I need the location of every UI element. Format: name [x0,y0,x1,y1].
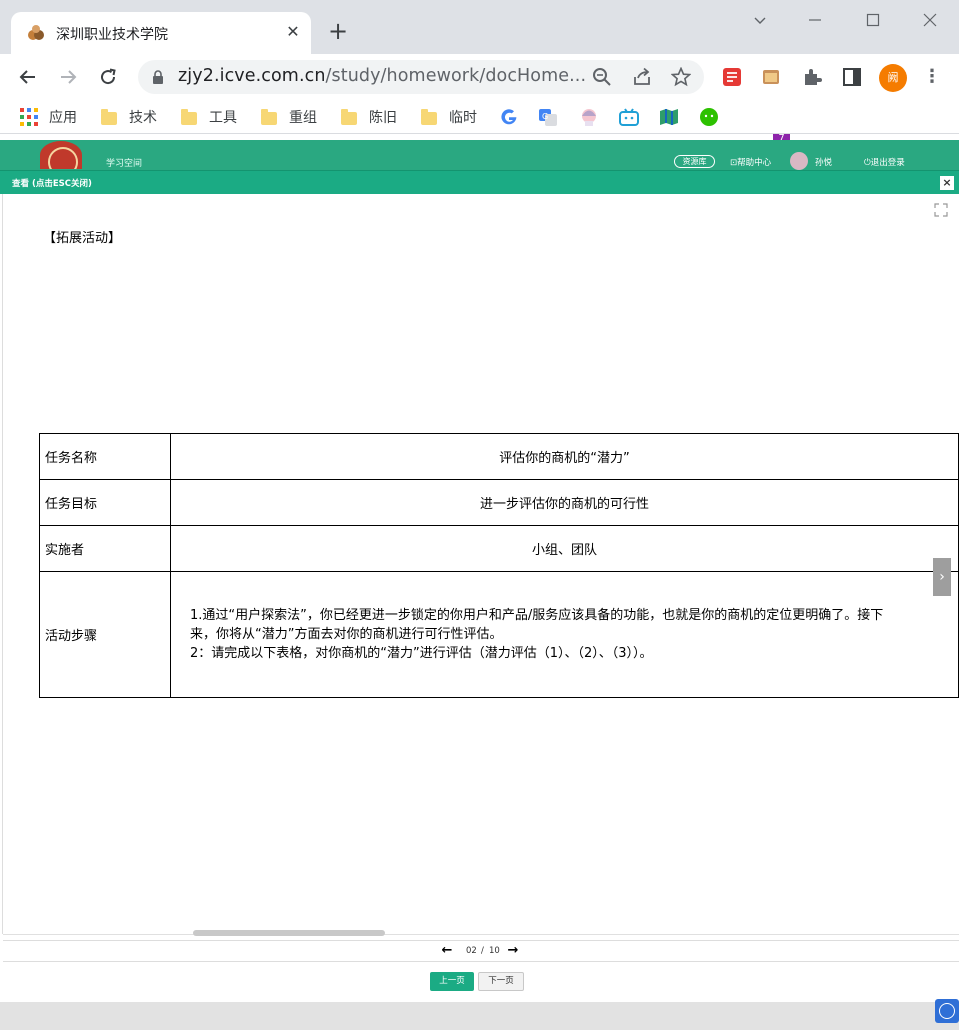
url-text[interactable]: zjy2.icve.com.cn/study/homework/docHome.… [178,66,586,86]
translate-icon[interactable]: G [538,107,558,127]
total-pages: 10 [489,946,500,956]
minimize-icon[interactable] [800,8,830,32]
page-separator: / [481,946,484,956]
bookmarks-bar: 应用 技术 工具 重组 陈旧 临时 [0,100,959,134]
folder-icon [181,108,197,125]
bookmark-label: 临时 [449,110,477,126]
svg-text:G: G [542,112,548,121]
browser-tabstrip: 深圳职业技术学院 ✕ + [0,0,959,54]
tab-search-icon[interactable] [745,8,775,32]
step-2: 2：请完成以下表格，对你商机的“潜力”进行评估（潜力评估（1）、（2）、（3））… [190,646,653,661]
browser-menu-icon[interactable]: ⋮ [922,66,942,88]
user-avatar[interactable] [790,152,808,170]
bilibili-icon[interactable] [619,107,639,127]
browser-tab[interactable]: 深圳职业技术学院 ✕ [11,12,311,54]
bookmark-apps[interactable]: 应用 [20,106,77,128]
back-icon[interactable] [14,63,42,91]
document-heading: 【拓展活动】 [43,231,122,246]
bookmark-label: 工具 [209,110,237,126]
site-favicon-icon [28,25,44,40]
bookmark-folder-old[interactable]: 陈旧 [341,106,397,128]
browser-toolbar: zjy2.icve.com.cn/study/homework/docHome.… [0,54,959,146]
folder-icon [421,108,437,125]
scrollbar-thumb[interactable] [193,930,385,936]
new-tab-icon[interactable]: + [326,19,350,43]
folder-icon [101,108,117,125]
address-bar[interactable]: zjy2.icve.com.cn/study/homework/docHome.… [138,60,704,94]
extension-tabs-icon[interactable] [761,66,783,88]
folder-icon [341,108,357,125]
lock-icon [153,70,163,84]
tab-title: 深圳职业技术学院 [56,27,168,43]
apps-grid-icon [20,108,38,126]
modal-title: 查看 (点击ESC关闭) [12,179,92,189]
current-page: 02 [466,946,477,956]
profile-avatar[interactable]: 阙 [879,64,907,92]
table-row: 实施者 小组、团队 [39,525,959,572]
bookmark-folder-reorg[interactable]: 重组 [261,106,317,128]
resource-library-button[interactable]: 资源库 [674,155,715,168]
reload-icon[interactable] [94,63,122,91]
next-item-button[interactable]: 下一页 [478,972,524,991]
row-label: 任务目标 [39,479,171,526]
tab-close-icon[interactable]: ✕ [282,21,304,43]
extensions-puzzle-icon[interactable] [801,66,823,88]
page-footer [0,1002,959,1030]
next-slide-chevron-icon[interactable]: › [933,558,951,596]
row-value: 评估你的商机的“潜力” [170,433,959,480]
wechat-icon[interactable] [699,107,719,127]
table-row: 任务目标 进一步评估你的商机的可行性 [39,479,959,526]
steps-text: 1.通过“用户探索法”，你已经更进一步锁定的你用户和产品/服务应该具备的功能，也… [170,571,959,698]
help-center-link[interactable]: ⊡帮助中心 [730,156,771,168]
fullscreen-icon[interactable] [934,203,948,217]
table-row: 活动步骤 1.通过“用户探索法”，你已经更进一步锁定的你用户和产品/服务应该具备… [39,571,959,698]
bookmark-folder-temp[interactable]: 临时 [421,106,477,128]
row-value: 进一步评估你的商机的可行性 [170,479,959,526]
window-close-icon[interactable] [915,8,945,32]
modal-close-icon[interactable]: × [940,176,954,190]
row-value: 小组、团队 [170,525,959,572]
prev-page-arrow-icon[interactable]: ← [440,944,454,958]
share-icon[interactable] [632,67,652,87]
row-label: 实施者 [39,525,171,572]
next-page-arrow-icon[interactable]: → [506,944,520,958]
extension-notes-icon[interactable] [721,66,743,88]
anime-avatar-icon[interactable] [579,107,599,127]
study-space-link[interactable]: 学习空间 [106,156,142,169]
bookmark-folder-tools[interactable]: 工具 [181,106,237,128]
power-icon: ⏻ [864,158,871,168]
bookmark-label: 应用 [49,110,77,126]
map-book-icon[interactable] [659,107,679,127]
folder-icon [261,108,277,125]
maximize-icon[interactable] [858,8,888,32]
chat-icon[interactable] [935,999,959,1023]
zoom-icon[interactable] [592,67,612,87]
bookmark-label: 陈旧 [369,110,397,126]
user-name[interactable]: 孙悦 [815,156,832,168]
forward-icon[interactable] [54,63,82,91]
modal-title-bar: 查看 (点击ESC关闭) × [0,170,959,194]
logout-link[interactable]: ⏻退出登录 [864,156,905,168]
bookmark-folder-tech[interactable]: 技术 [101,106,157,128]
table-row: 任务名称 评估你的商机的“潜力” [39,433,959,480]
row-label: 活动步骤 [39,571,171,698]
bookmark-label: 重组 [289,110,317,126]
prev-item-button[interactable]: 上一页 [430,972,474,991]
side-panel-icon[interactable] [841,66,863,88]
school-logo[interactable] [40,141,82,169]
google-icon[interactable] [499,107,519,127]
task-table: 任务名称 评估你的商机的“潜力” 任务目标 进一步评估你的商机的可行性 实施者 … [39,433,959,698]
row-label: 任务名称 [39,433,171,480]
bookmark-star-icon[interactable] [671,67,691,87]
step-1: 1.通过“用户探索法”，你已经更进一步锁定的你用户和产品/服务应该具备的功能，也… [190,608,884,642]
bookmark-label: 技术 [129,110,157,126]
